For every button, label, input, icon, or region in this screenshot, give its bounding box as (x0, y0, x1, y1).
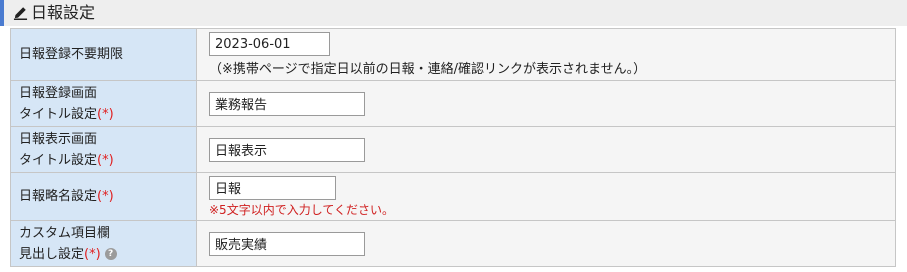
pencil-icon (13, 7, 28, 20)
label-line2: タイトル設定 (19, 106, 98, 122)
short-name-error: ※5文字以内で入力してください。 (209, 202, 394, 217)
row-custom-heading: カスタム項目欄 見出し設定(*)? (10, 220, 896, 267)
required-mark: (*) (97, 152, 114, 168)
required-mark: (*) (84, 246, 101, 262)
label-custom-heading: カスタム項目欄 見出し設定(*)? (10, 220, 197, 267)
short-name-input[interactable] (209, 175, 336, 200)
label-no-registration-deadline: 日報登録不要期限 (10, 28, 197, 81)
section-accent-bar (0, 0, 4, 26)
value-cell: （※携帯ページで指定日以前の日報・連絡/確認リンクが表示されません。） (196, 28, 896, 81)
label-display-title: 日報表示画面 タイトル設定(*) (10, 126, 197, 173)
label-registration-title: 日報登録画面 タイトル設定(*) (10, 80, 197, 127)
label-short-name: 日報略名設定(*) (10, 172, 197, 221)
custom-heading-input[interactable] (209, 231, 365, 256)
settings-table: 日報登録不要期限 （※携帯ページで指定日以前の日報・連絡/確認リンクが表示されま… (10, 28, 896, 267)
deadline-date-input[interactable] (209, 32, 330, 56)
required-mark: (*) (97, 106, 114, 122)
row-registration-title: 日報登録画面 タイトル設定(*) (10, 80, 896, 127)
label-line1: カスタム項目欄 (19, 225, 111, 241)
value-cell (196, 220, 896, 267)
label-text: 日報略名設定 (19, 189, 98, 204)
question-circle-icon[interactable]: ? (104, 248, 117, 260)
label-text: 日報登録不要期限 (19, 47, 124, 62)
value-cell (196, 126, 896, 173)
label-line1: 日報登録画面 (19, 85, 98, 101)
required-mark: (*) (97, 189, 114, 204)
row-display-title: 日報表示画面 タイトル設定(*) (10, 126, 896, 173)
value-cell (196, 80, 896, 127)
row-no-registration-deadline: 日報登録不要期限 （※携帯ページで指定日以前の日報・連絡/確認リンクが表示されま… (10, 28, 896, 81)
label-line2: タイトル設定 (19, 152, 98, 168)
label-line1: 日報表示画面 (19, 131, 98, 147)
value-cell: ※5文字以内で入力してください。 (196, 172, 896, 221)
section-title: 日報設定 (31, 3, 96, 22)
row-short-name: 日報略名設定(*) ※5文字以内で入力してください。 (10, 172, 896, 221)
registration-title-input[interactable] (209, 91, 365, 116)
deadline-note: （※携帯ページで指定日以前の日報・連絡/確認リンクが表示されません。） (209, 62, 647, 77)
section-header: 日報設定 (0, 0, 907, 26)
label-line2: 見出し設定 (19, 246, 85, 262)
display-title-input[interactable] (209, 137, 365, 162)
